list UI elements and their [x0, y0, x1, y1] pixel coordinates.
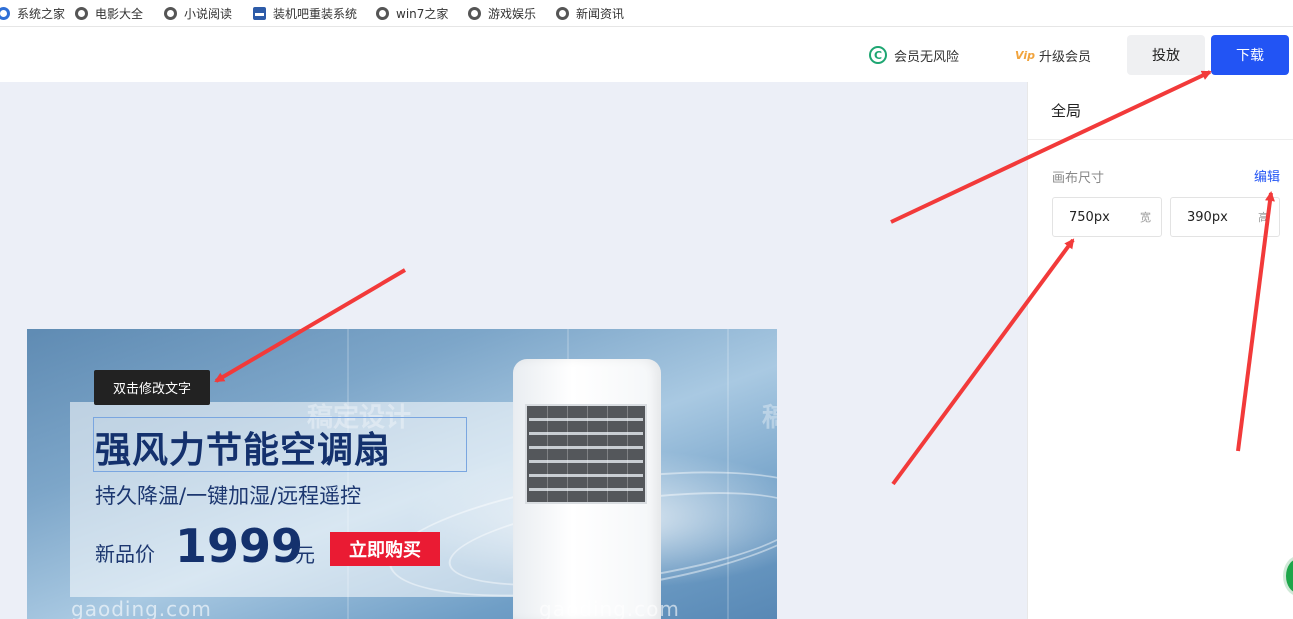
bookmark-win7zhijia[interactable]: win7之家 — [376, 0, 448, 27]
bookmark-label: 电影大全 — [95, 6, 144, 21]
download-button[interactable]: 下载 — [1211, 35, 1289, 75]
upgrade-label: 升级会员 — [1039, 49, 1092, 65]
subline-text[interactable]: 持久降温/一键加湿/远程遥控 — [95, 480, 361, 510]
price-label[interactable]: 新品价 — [95, 538, 155, 567]
edit-text-tooltip: 双击修改文字 — [94, 370, 210, 405]
air-cooler-image[interactable] — [513, 359, 661, 619]
site-logo-icon — [253, 6, 266, 20]
bookmark-label: win7之家 — [396, 6, 449, 21]
upgrade-member-link[interactable]: Vip 升级会员 — [1015, 28, 1091, 82]
height-unit: 高 — [1258, 211, 1269, 224]
globe-icon — [376, 6, 389, 20]
member-safe-label: 会员无风险 — [894, 49, 960, 65]
width-value: 750px — [1069, 209, 1110, 225]
member-safe-link[interactable]: C 会员无风险 — [869, 28, 959, 82]
vip-icon: Vip — [1015, 48, 1035, 62]
copyright-icon: C — [869, 46, 887, 64]
edit-size-link[interactable]: 编辑 — [1254, 166, 1280, 185]
bookmarks-bar: 系统之家 电影大全 小说阅读 装机吧重装系统 win7之家 游戏娱乐 新闻资讯 — [0, 0, 1293, 27]
globe-icon — [556, 6, 569, 20]
bookmark-dianyingdaquan[interactable]: 电影大全 — [75, 0, 143, 27]
headline-text[interactable]: 强风力节能空调扇 — [95, 421, 391, 473]
height-value: 390px — [1187, 209, 1228, 225]
editor-toolbar: C 会员无风险 Vip 升级会员 投放 下载 — [0, 28, 1293, 82]
bookmark-label: 小说阅读 — [184, 6, 233, 21]
cooler-grille — [525, 404, 647, 504]
bookmark-label: 新闻资讯 — [576, 6, 625, 21]
bookmark-label: 系统之家 — [17, 6, 66, 21]
properties-panel: 全局 画布尺寸 编辑 750px 宽 390px 高 — [1027, 82, 1293, 619]
bookmark-xitongzhijia[interactable]: 系统之家 — [0, 0, 65, 27]
canvas-size-label: 画布尺寸 — [1052, 171, 1105, 186]
bookmark-youxiyule[interactable]: 游戏娱乐 — [468, 0, 536, 27]
bookmark-zhuangjiba[interactable]: 装机吧重装系统 — [253, 0, 357, 27]
globe-icon — [0, 6, 10, 20]
watermark-cn: 稿定设计 — [762, 403, 777, 433]
panel-divider — [1028, 139, 1293, 140]
watermark: gaoding.com — [71, 597, 212, 619]
bookmark-label: 游戏娱乐 — [488, 6, 537, 21]
panel-title: 全局 — [1051, 102, 1082, 120]
publish-button[interactable]: 投放 — [1127, 35, 1205, 75]
buy-now-button[interactable]: 立即购买 — [330, 532, 440, 566]
bookmark-xiaoshuoyuedu[interactable]: 小说阅读 — [164, 0, 232, 27]
width-field[interactable]: 750px 宽 — [1052, 197, 1162, 237]
globe-icon — [75, 6, 88, 20]
price-value[interactable]: 1999 — [175, 519, 303, 573]
globe-icon — [164, 6, 177, 20]
height-field[interactable]: 390px 高 — [1170, 197, 1280, 237]
globe-icon — [468, 6, 481, 20]
width-unit: 宽 — [1140, 211, 1151, 224]
currency-label[interactable]: 元 — [295, 539, 315, 568]
watermark: gaoding.com — [539, 597, 680, 619]
bookmark-xinwenzixun[interactable]: 新闻资讯 — [556, 0, 624, 27]
bookmark-label: 装机吧重装系统 — [273, 6, 358, 21]
